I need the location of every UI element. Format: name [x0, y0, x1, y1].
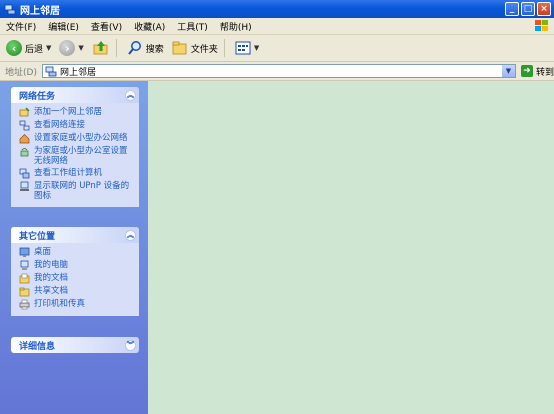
address-value: 网上邻居 — [59, 67, 96, 78]
address-label: 地址(D) — [5, 67, 37, 78]
network-tasks-header[interactable]: 网络任务 ︽ — [11, 87, 139, 103]
printer-icon — [19, 299, 30, 310]
details-title: 详细信息 — [19, 341, 56, 352]
network-tasks-panel: 网络任务 ︽ 添加一个网上邻居 查看网络连接 设置家庭或小型办公网络 为家庭或小… — [11, 87, 139, 207]
menu-edit[interactable]: 编辑(E) — [42, 20, 85, 33]
place-my-documents[interactable]: 我的文档 — [19, 273, 133, 284]
views-icon — [235, 41, 251, 55]
my-documents-icon — [19, 273, 30, 284]
minimize-button[interactable]: _ — [505, 2, 519, 16]
task-label: 添加一个网上邻居 — [34, 107, 103, 117]
collapse-chevron-icon[interactable]: ︽ — [125, 229, 136, 241]
task-sidebar: 网络任务 ︽ 添加一个网上邻居 查看网络连接 设置家庭或小型办公网络 为家庭或小… — [0, 81, 148, 414]
folders-button[interactable]: 文件夹 — [170, 37, 220, 59]
menu-file[interactable]: 文件(F) — [0, 20, 42, 33]
go-arrow-icon: ➜ — [520, 65, 533, 77]
task-setup-home-network[interactable]: 设置家庭或小型办公网络 — [19, 133, 133, 144]
add-network-place-icon — [19, 107, 30, 117]
chevron-down-icon[interactable]: ▼ — [46, 44, 51, 52]
home-network-icon — [19, 134, 30, 144]
place-label: 打印机和传真 — [34, 299, 86, 309]
windows-logo-icon — [535, 20, 548, 31]
task-label: 查看工作组计算机 — [34, 168, 103, 178]
upnp-device-icon — [20, 181, 29, 191]
task-view-workgroup-computers[interactable]: 查看工作组计算机 — [19, 168, 133, 179]
back-arrow-icon: ‹ — [6, 40, 22, 56]
go-label: 转到 — [535, 67, 554, 78]
task-label: 设置家庭或小型办公网络 — [34, 133, 128, 143]
main-content-pane[interactable] — [148, 81, 554, 414]
toolbar-divider — [115, 39, 117, 57]
search-label: 搜索 — [145, 44, 164, 55]
close-button[interactable]: × — [537, 2, 551, 16]
menu-favorites[interactable]: 收藏(A) — [128, 20, 171, 33]
details-header[interactable]: 详细信息 ︾ — [11, 337, 139, 353]
network-tasks-title: 网络任务 — [19, 91, 56, 102]
folders-icon — [172, 41, 187, 55]
forward-arrow-icon: › — [59, 40, 76, 56]
back-label: 后退 — [25, 44, 44, 55]
task-label: 为家庭或小型办公室设置无线网络 — [34, 146, 128, 166]
expand-chevron-icon[interactable]: ︾ — [125, 339, 136, 351]
menu-bar: 文件(F) 编辑(E) 查看(V) 收藏(A) 工具(T) 帮助(H) — [0, 18, 554, 35]
menu-tools[interactable]: 工具(T) — [171, 20, 214, 33]
place-label: 我的电脑 — [34, 260, 69, 270]
place-label: 桌面 — [34, 247, 52, 257]
task-label: 显示联网的 UPnP 设备的图标 — [34, 181, 130, 201]
toolbar: ‹ 后退 ▼ › ▼ 搜索 文件夹 ▼ — [0, 35, 554, 62]
place-shared-documents[interactable]: 共享文档 — [19, 286, 133, 297]
collapse-chevron-icon[interactable]: ︽ — [125, 89, 136, 101]
workgroup-computers-icon — [19, 168, 30, 179]
place-my-computer[interactable]: 我的电脑 — [19, 260, 133, 271]
wireless-network-icon — [20, 148, 29, 157]
folders-label: 文件夹 — [190, 44, 218, 55]
place-desktop[interactable]: 桌面 — [19, 247, 133, 258]
network-places-icon — [4, 4, 16, 15]
place-label: 我的文档 — [34, 273, 69, 283]
back-button[interactable]: ‹ 后退 ▼ — [4, 37, 53, 59]
network-connections-icon — [19, 120, 30, 131]
toolbar-divider — [223, 39, 225, 57]
up-button[interactable] — [90, 37, 112, 59]
network-places-icon — [45, 66, 57, 76]
task-view-network-connections[interactable]: 查看网络连接 — [19, 120, 133, 131]
search-button[interactable]: 搜索 — [125, 37, 166, 59]
task-add-network-place[interactable]: 添加一个网上邻居 — [19, 107, 133, 118]
window-title: 网上邻居 — [20, 5, 60, 17]
menu-help[interactable]: 帮助(H) — [214, 20, 258, 33]
chevron-down-icon[interactable]: ▼ — [78, 44, 83, 52]
place-printers-faxes[interactable]: 打印机和传真 — [19, 299, 133, 310]
other-places-title: 其它位置 — [19, 231, 56, 242]
views-button[interactable]: ▼ — [233, 37, 261, 59]
shared-documents-icon — [19, 287, 30, 297]
details-panel: 详细信息 ︾ — [11, 337, 139, 353]
forward-button[interactable]: › ▼ — [57, 37, 85, 59]
my-computer-icon — [20, 260, 29, 270]
task-show-upnp-icons[interactable]: 显示联网的 UPnP 设备的图标 — [19, 181, 133, 201]
place-label: 共享文档 — [34, 286, 69, 296]
other-places-header[interactable]: 其它位置 ︽ — [11, 227, 139, 243]
go-button[interactable]: ➜ 转到 — [520, 65, 554, 78]
address-input[interactable]: 网上邻居 ▼ — [41, 64, 516, 78]
address-bar: 地址(D) 网上邻居 ▼ ➜ 转到 — [0, 62, 554, 81]
search-icon — [128, 41, 141, 55]
task-label: 查看网络连接 — [34, 120, 86, 130]
folder-up-icon — [93, 41, 108, 55]
title-bar: 网上邻居 _ □ × — [0, 0, 554, 18]
maximize-button[interactable]: □ — [521, 2, 535, 16]
desktop-icon — [19, 247, 30, 257]
chevron-down-icon[interactable]: ▼ — [501, 65, 515, 77]
menu-view[interactable]: 查看(V) — [85, 20, 128, 33]
other-places-panel: 其它位置 ︽ 桌面 我的电脑 我的文档 共享文档 打印机和传真 — [11, 227, 139, 316]
chevron-down-icon[interactable]: ▼ — [254, 44, 259, 52]
task-setup-wireless-network[interactable]: 为家庭或小型办公室设置无线网络 — [19, 146, 133, 166]
